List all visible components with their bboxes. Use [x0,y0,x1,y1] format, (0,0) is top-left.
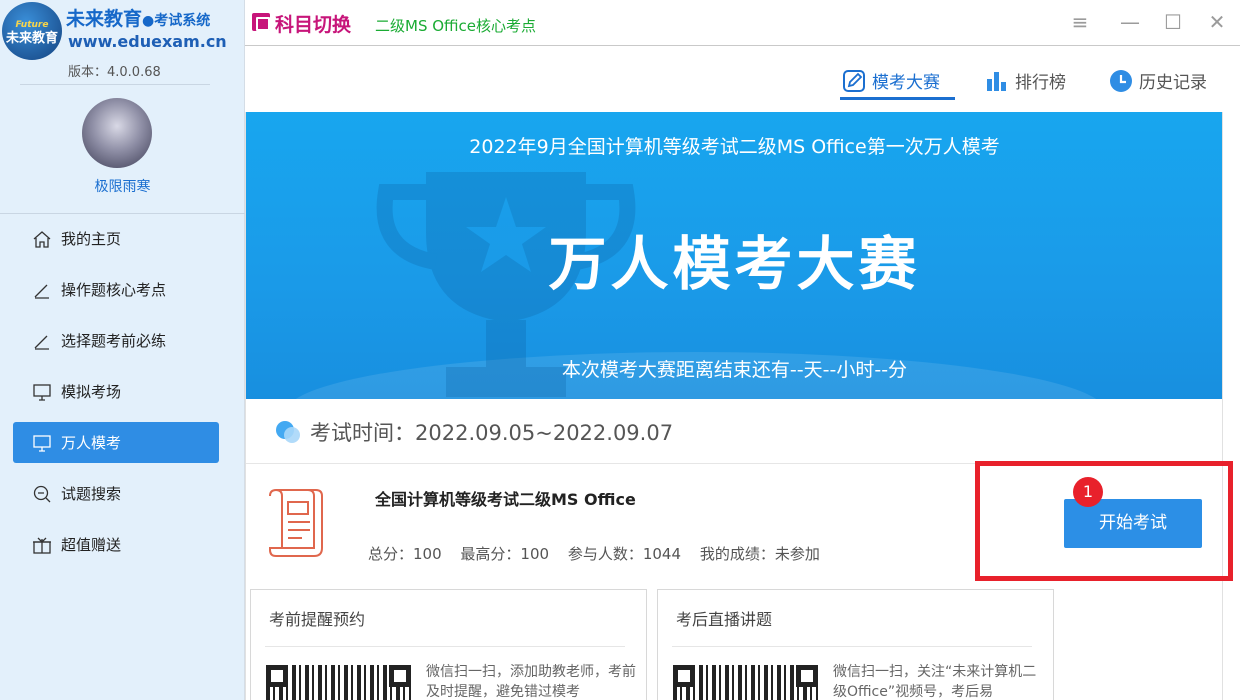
switch-icon[interactable] [252,13,270,31]
minimize-button[interactable]: — [1118,10,1142,34]
exam-name: 全国计算机等级考试二级MS Office [375,490,636,509]
sidebar-item-choice-practice[interactable]: 选择题考前必练 [13,320,219,361]
brand-title: 未来教育 [66,8,143,30]
my-score: 我的成绩：未参加 [699,545,820,563]
sidebar-item-home[interactable]: 我的主页 [13,218,219,259]
bubble-icon [276,421,302,443]
search-icon [31,483,53,505]
subject-switch-button[interactable]: 科目切换 [275,10,351,37]
sidebar-item-label: 试题搜索 [61,485,122,503]
home-icon [31,228,53,250]
edit-icon [843,69,865,92]
countdown-text: 本次模考大赛距离结束还有--天--小时--分 [561,359,908,381]
active-tab-indicator [840,97,955,100]
card-text: 微信扫一扫，添加助教老师，考前及时提醒，避免错过模考 [426,664,636,700]
monitor-icon [31,381,53,403]
card-text: 微信扫一扫，关注“未来计算机二级Office”视频号，考后易 [833,664,1037,700]
close-button[interactable]: ✕ [1205,10,1229,34]
username[interactable]: 极限雨寒 [0,176,245,196]
card-title: 考前提醒预约 [269,610,366,629]
exam-time-row: 考试时间：2022.09.05~2022.09.07 [246,399,1223,464]
divider [20,84,210,85]
max-score: 最高分：100 [460,545,550,563]
tab-leaderboard[interactable]: 排行榜 [985,68,1066,93]
sidebar-item-search[interactable]: 试题搜索 [13,473,219,514]
contest-banner: 2022年9月全国计算机等级考试二级MS Office第一次万人模考 万人模考大… [246,112,1223,399]
clock-icon [1110,69,1132,92]
document-icon [269,488,323,557]
step-badge: 1 [1073,477,1103,507]
sidebar-item-label: 万人模考 [61,434,122,452]
exam-time: 考试时间：2022.09.05~2022.09.07 [310,421,674,445]
maximize-button[interactable]: ☐ [1161,10,1185,34]
logo-small-text: Future [15,20,49,30]
participants-count: 参与人数：1044 [567,545,682,563]
sidebar-item-label: 我的主页 [61,230,122,248]
tab-label: 排行榜 [1015,73,1066,93]
app-logo: Future 未来教育 [2,2,62,60]
monitor-icon [31,432,53,454]
divider [672,646,1032,647]
gift-icon [31,534,53,556]
qr-code-icon [266,665,411,700]
sidebar-item-label: 操作题核心考点 [61,281,167,299]
pen-icon [31,279,53,301]
current-subject: 二级MS Office核心考点 [375,17,537,35]
version-label: 版本：4.0.0.68 [68,65,161,80]
tab-label: 模考大赛 [872,73,940,93]
sidebar-nav: 我的主页 操作题核心考点 选择题考前必练 模拟考场 万人模考 试题搜索 超值赠送 [13,218,219,575]
tab-label: 历史记录 [1139,73,1207,93]
menu-icon[interactable]: ≡ [1068,10,1092,34]
sidebar-item-mass-mock[interactable]: 万人模考 [13,422,219,463]
site-url: www.eduexam.cn [68,32,227,51]
exam-stats: 总分：100 最高分：100 参与人数：1044 我的成绩：未参加 [368,543,834,564]
total-score: 总分：100 [368,545,442,563]
qr-code-icon [673,665,818,700]
sidebar-item-label: 模拟考场 [61,383,122,401]
card-title: 考后直播讲题 [676,610,773,629]
logo-text: 未来教育 [5,31,58,46]
tab-history[interactable]: 历史记录 [1109,68,1207,93]
avatar[interactable] [82,98,152,168]
sidebar-item-label: 选择题考前必练 [61,332,167,350]
brand-subtitle: ●考试系统 [142,13,211,29]
divider [0,213,245,214]
brand-name: 未来教育●考试系统 [66,4,210,31]
banner-headline: 万人模考大赛 [548,230,921,298]
sidebar: Future 未来教育 未来教育●考试系统 www.eduexam.cn 版本：4… [0,0,245,700]
reminder-card: 考前提醒预约 微信扫一扫，添加助教老师，考前及时提醒，避免错过模考 [250,589,647,700]
bar-chart-icon [987,71,1006,91]
title-bar: 科目切换 二级MS Office核心考点 ≡ — ☐ ✕ [245,0,1240,46]
divider [265,646,625,647]
tab-mock-contest[interactable]: 模考大赛 [842,68,940,93]
sidebar-item-mock-exam[interactable]: 模拟考场 [13,371,219,412]
pen-icon [31,330,53,352]
live-card: 考后直播讲题 微信扫一扫，关注“未来计算机二级Office”视频号，考后易 [657,589,1054,700]
sidebar-item-gift[interactable]: 超值赠送 [13,524,219,565]
logo-area: Future 未来教育 未来教育●考试系统 www.eduexam.cn 版本：4… [0,0,245,90]
sidebar-item-label: 超值赠送 [61,536,122,554]
banner-title: 2022年9月全国计算机等级考试二级MS Office第一次万人模考 [469,136,1000,158]
top-tabs: 模考大赛 排行榜 历史记录 [245,46,1240,112]
sidebar-item-operation-core[interactable]: 操作题核心考点 [13,269,219,310]
